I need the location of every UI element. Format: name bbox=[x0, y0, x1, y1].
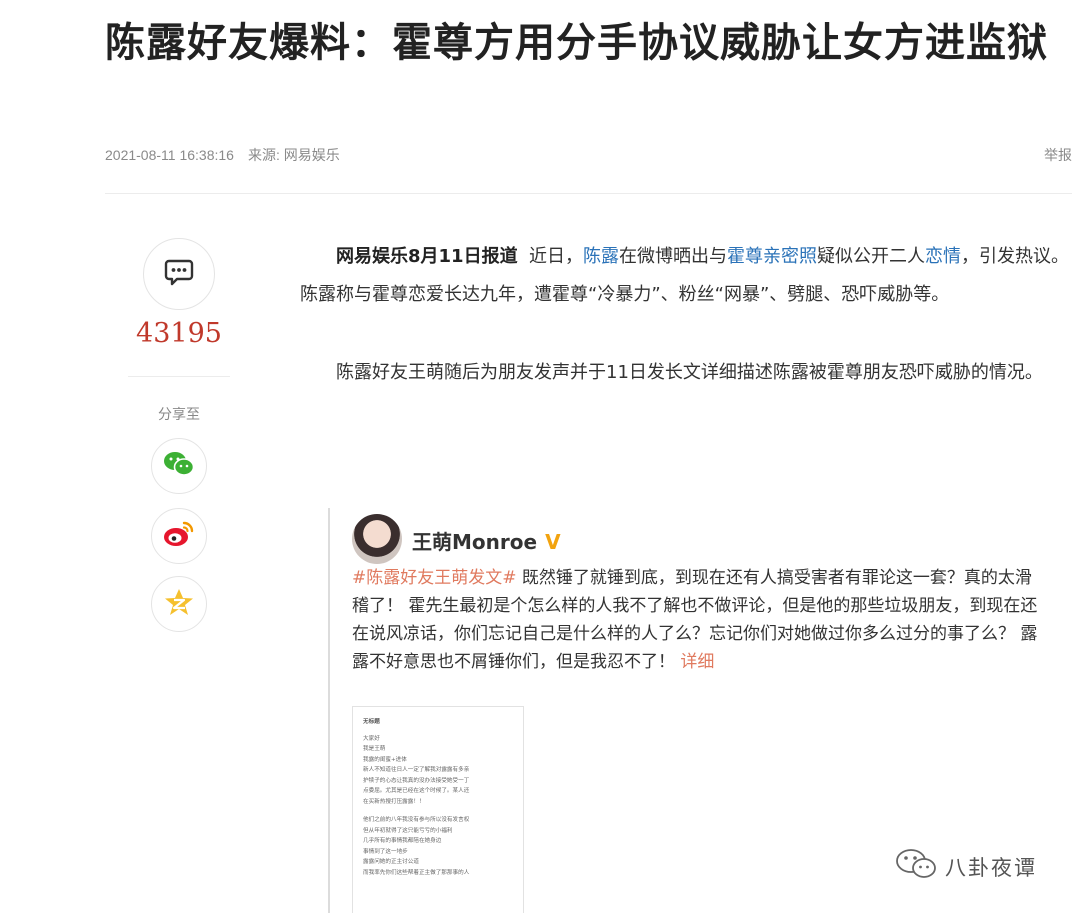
doc-line: 我是王萌 bbox=[363, 746, 386, 752]
paragraph-text: 在微博晒出与 bbox=[619, 246, 728, 267]
article-body: 网易娱乐8月11日报道 近日，陈露在微博晒出与霍尊亲密照疑似公开二人恋情，引发热… bbox=[300, 238, 1072, 392]
doc-line: 新人不知道往日人一定了解我对露露有多亲 bbox=[363, 767, 470, 773]
post-text: #陈露好友王萌发文# 既然锤了就锤到底，到现在还有人搞受害者有罪论这一套？真的太… bbox=[352, 564, 1042, 676]
header-divider bbox=[105, 193, 1072, 194]
paragraph-text: 近日， bbox=[529, 246, 584, 267]
read-more-link[interactable]: 详细 bbox=[680, 652, 714, 672]
doc-line: 但从年初就得了这只能亏亏的小福利 bbox=[363, 827, 453, 834]
share-label: 分享至 bbox=[158, 407, 200, 423]
sidebar-divider bbox=[128, 376, 230, 377]
avatar[interactable] bbox=[352, 514, 402, 564]
article-source[interactable]: 来源: 网易娱乐 bbox=[248, 147, 340, 163]
username-text[interactable]: 王萌Monroe bbox=[412, 530, 537, 554]
link-romance[interactable]: 恋情 bbox=[925, 246, 961, 267]
doc-line: 而我率先你们这些帮着正主做了那那事的人 bbox=[363, 869, 470, 876]
doc-line: 大家好 bbox=[363, 735, 380, 742]
comment-count[interactable]: 43195 bbox=[128, 318, 230, 349]
article-title: 陈露好友爆料：霍尊方用分手协议威胁让女方进监狱 bbox=[105, 20, 1048, 66]
qzone-icon bbox=[164, 588, 194, 620]
report-source: 网易娱乐8月11日报道 bbox=[336, 246, 518, 267]
paragraph-1: 网易娱乐8月11日报道 近日，陈露在微博晒出与霍尊亲密照疑似公开二人恋情，引发热… bbox=[300, 238, 1072, 314]
doc-line: 在买新热搜打压露露！！ bbox=[363, 798, 425, 805]
doc-lines-a: 大家好我是王萌我露的闺蜜+进体新人不知道往日人一定了解我对露露有多亲 护犊子的心态… bbox=[363, 734, 513, 808]
paragraph-text: 疑似公开二人 bbox=[817, 246, 926, 267]
share-wechat-button[interactable] bbox=[151, 438, 207, 494]
publish-date: 2021-08-11 16:38:16 bbox=[105, 147, 234, 163]
paragraph-2: 陈露好友王萌随后为朋友发声并于11日发长文详细描述陈露被霍尊朋友恐吓威胁的情况。 bbox=[336, 362, 1043, 383]
weibo-icon bbox=[163, 520, 195, 552]
doc-line: 几乎所有的事情我都陪在她身边 bbox=[363, 838, 442, 844]
comment-icon bbox=[164, 258, 194, 290]
doc-line: 护犊子的心态让我真的没办法接受她受一丁 bbox=[363, 777, 470, 784]
comment-button[interactable] bbox=[143, 238, 215, 310]
doc-title: 无标题 bbox=[363, 719, 380, 725]
doc-line: 点委屈。尤其是已经在这个时候了。某人还 bbox=[363, 788, 470, 794]
link-intimate-photo[interactable]: 霍尊亲密照 bbox=[727, 246, 817, 267]
watermark-text: 八卦夜谭 bbox=[945, 855, 1037, 880]
article-meta: 2021-08-11 16:38:16 来源: 网易娱乐 bbox=[105, 145, 340, 165]
doc-lines-b: 他们之前的八年我没有参与所以没有发言权 但从年初就得了这只能亏亏的小福利 几乎所有的… bbox=[363, 815, 513, 878]
doc-line: 事情到了这一地步 bbox=[363, 848, 408, 855]
link-chen-lu[interactable]: 陈露 bbox=[583, 246, 619, 267]
wechat-logo-icon bbox=[895, 848, 939, 885]
watermark: 八卦夜谭 bbox=[895, 848, 1037, 885]
doc-line: 露露问她的正主讨公道 bbox=[363, 859, 419, 865]
wechat-icon bbox=[163, 451, 195, 481]
quote-bar bbox=[328, 508, 330, 913]
doc-line: 我露的闺蜜+进体 bbox=[363, 756, 407, 763]
post-username[interactable]: 王萌Monroe V bbox=[412, 526, 561, 555]
share-qzone-button[interactable] bbox=[151, 576, 207, 632]
doc-line: 他们之前的八年我没有参与所以没有发言权 bbox=[363, 817, 470, 823]
report-link[interactable]: 举报 bbox=[1044, 145, 1072, 165]
embedded-document-image[interactable]: 无标题 大家好我是王萌我露的闺蜜+进体新人不知道往日人一定了解我对露露有多亲 护犊… bbox=[352, 706, 524, 913]
verified-badge-icon: V bbox=[545, 530, 561, 554]
post-hashtag[interactable]: #陈露好友王萌发文# bbox=[352, 568, 517, 588]
share-weibo-button[interactable] bbox=[151, 508, 207, 564]
